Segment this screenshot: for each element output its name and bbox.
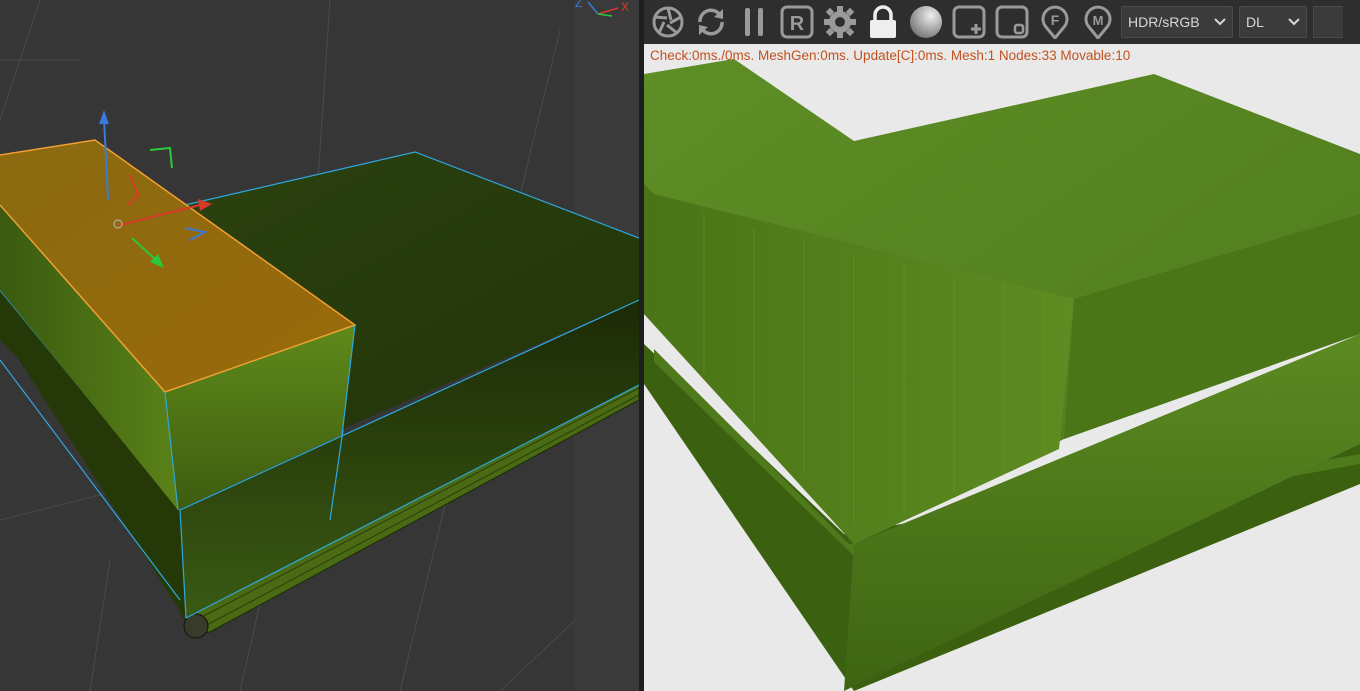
svg-text:R: R <box>790 13 805 35</box>
r-box-icon: R <box>780 5 814 39</box>
axis-z-label: Z <box>575 0 582 10</box>
chevron-down-icon <box>1288 18 1300 26</box>
pause-button[interactable] <box>734 2 774 42</box>
render-stats: Check:0ms./0ms. MeshGen:0ms. Update[C]:0… <box>650 48 1131 63</box>
m-pin-button[interactable]: M <box>1078 2 1118 42</box>
m-pin-icon: M <box>1084 5 1112 39</box>
square-box-icon <box>995 5 1029 39</box>
viewport-scene: X Z <box>0 0 639 691</box>
refresh-button[interactable] <box>691 2 731 42</box>
color-space-select[interactable]: HDR/sRGB <box>1121 6 1233 38</box>
sphere-icon <box>910 6 942 38</box>
axis-x-label: X <box>621 0 629 14</box>
add-box-button[interactable] <box>949 2 989 42</box>
pause-icon <box>745 8 763 36</box>
svg-text:F: F <box>1051 12 1060 28</box>
square-box-button[interactable] <box>992 2 1032 42</box>
color-space-value: HDR/sRGB <box>1128 14 1200 30</box>
light-mode-select[interactable]: DL <box>1239 6 1307 38</box>
preview-scene <box>644 59 1360 691</box>
sphere-button[interactable] <box>906 2 946 42</box>
chevron-down-icon <box>1214 18 1226 26</box>
lock-icon <box>870 5 896 38</box>
shutter-button[interactable] <box>648 2 688 42</box>
add-box-icon <box>952 5 986 39</box>
gear-icon <box>824 6 856 38</box>
toolbar-overflow-control[interactable] <box>1313 6 1343 38</box>
preview-toolbar: R F M HDR/sRGB DL <box>644 0 1360 44</box>
preview-panel: R F M HDR/sRGB DL Check:0ms./0ms. MeshGe… <box>644 0 1360 691</box>
refresh-icon <box>698 8 724 36</box>
light-mode-value: DL <box>1246 14 1264 30</box>
r-button[interactable]: R <box>777 2 817 42</box>
f-pin-button[interactable]: F <box>1035 2 1075 42</box>
lock-button[interactable] <box>863 2 903 42</box>
shutter-icon <box>652 6 684 38</box>
settings-button[interactable] <box>820 2 860 42</box>
editor-viewport[interactable]: X Z <box>0 0 639 691</box>
svg-text:M: M <box>1093 13 1104 28</box>
f-pin-icon: F <box>1041 5 1069 39</box>
